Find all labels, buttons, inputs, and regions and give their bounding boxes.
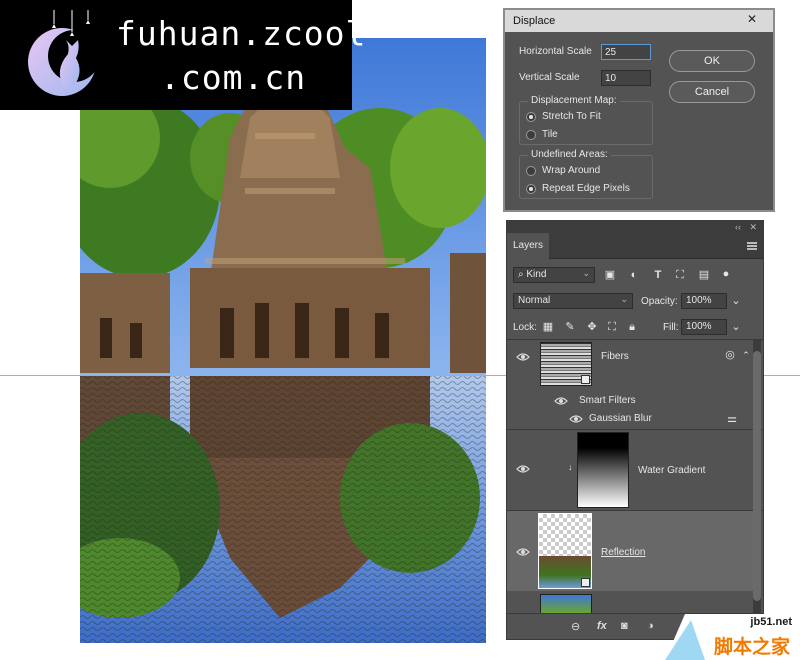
wrap-around-label: Wrap Around: [542, 165, 601, 176]
eye-icon[interactable]: [554, 396, 568, 406]
tab-layers[interactable]: Layers: [507, 233, 549, 259]
opacity-chevron-icon[interactable]: ⌄: [729, 294, 743, 308]
vertical-scale-label: Vertical Scale: [519, 72, 580, 83]
lock-image-icon[interactable]: ✎: [563, 320, 577, 334]
eye-icon[interactable]: [516, 352, 530, 362]
panel-header-strip: ‹‹ ✕: [507, 221, 763, 233]
fill-input[interactable]: 100%: [681, 319, 727, 335]
layer-row-fibers[interactable]: Fibers ◎ ⌃: [507, 340, 753, 392]
filter-kind-value: Kind: [526, 269, 547, 280]
dialog-title: Displace: [513, 15, 556, 27]
panel-menu-icon[interactable]: [747, 242, 757, 250]
stretch-to-fit-label: Stretch To Fit: [542, 111, 601, 122]
opacity-input[interactable]: 100%: [681, 293, 727, 309]
tile-label: Tile: [542, 129, 558, 140]
layer-name-water-gradient: Water Gradient: [638, 465, 706, 476]
water-gradient-thumbnail: [577, 432, 629, 508]
filter-kind-dropdown[interactable]: ⌕ Kind ⌄: [513, 267, 595, 283]
type-filter-icon[interactable]: T: [651, 268, 665, 282]
lock-transparent-icon[interactable]: ▦: [541, 320, 555, 334]
watermark: jb51.net 脚本之家: [665, 614, 800, 660]
close-icon[interactable]: ✕: [743, 12, 761, 26]
ok-button[interactable]: OK: [669, 50, 755, 72]
logo-line2: .com.cn: [160, 58, 307, 97]
fibers-thumbnail: [540, 342, 592, 386]
horizontal-scale-input[interactable]: [601, 44, 651, 60]
chevron-down-icon: ⌄: [582, 268, 590, 278]
lock-label: Lock:: [513, 322, 537, 333]
moon-cat-logo-icon: [28, 10, 100, 96]
site-logo: fuhuan.zcool .com.cn: [0, 0, 365, 110]
fill-chevron-icon[interactable]: ⌄: [729, 320, 743, 334]
adjustment-icon[interactable]: ◑: [647, 620, 654, 632]
horizontal-scale-label: Horizontal Scale: [519, 46, 592, 57]
layer-row-reflection[interactable]: Reflection: [507, 511, 753, 591]
layers-scrollbar-thumb[interactable]: [753, 351, 761, 601]
smart-filter-indicator-icon[interactable]: ◎: [723, 348, 737, 362]
shape-filter-icon[interactable]: ⛶: [673, 268, 687, 282]
artboard-lock-icon[interactable]: ⛶: [605, 320, 619, 334]
opacity-value: 100%: [686, 295, 712, 306]
eye-icon[interactable]: [569, 414, 583, 424]
collapse-effects-icon[interactable]: ⌃: [739, 348, 753, 362]
temple-photo: [80, 38, 486, 643]
gaussian-blur-label: Gaussian Blur: [589, 413, 652, 424]
displacement-map-group: Displacement Map: Stretch To Fit Tile: [519, 95, 653, 145]
undefined-areas-group: Undefined Areas: Wrap Around Repeat Edge…: [519, 149, 653, 199]
repeat-edge-pixels-radio[interactable]: [526, 184, 536, 194]
fill-value: 100%: [686, 321, 712, 332]
cancel-button[interactable]: Cancel: [669, 81, 755, 103]
eye-icon[interactable]: [516, 464, 530, 474]
wrap-around-radio[interactable]: [526, 166, 536, 176]
dialog-titlebar[interactable]: Displace ✕: [505, 10, 773, 32]
vertical-scale-input[interactable]: [601, 70, 651, 86]
watermark-name: 脚本之家: [713, 636, 790, 658]
link-icon[interactable]: ⊖: [571, 620, 580, 633]
logo-line1: fuhuan.zcool: [116, 14, 367, 53]
gaussian-blur-row[interactable]: Gaussian Blur ⚌: [507, 410, 753, 428]
fx-icon[interactable]: fx: [597, 620, 607, 632]
pixel-filter-icon[interactable]: ▣: [603, 268, 617, 282]
smart-object-badge-icon: [581, 578, 590, 587]
filter-toggle-icon[interactable]: ●: [719, 267, 733, 281]
watermark-site: jb51.net: [750, 616, 792, 628]
smart-object-filter-icon[interactable]: ▤: [697, 268, 711, 282]
reflection-thumbnail: [538, 513, 592, 589]
layer-row-water-gradient[interactable]: ↓ Water Gradient: [507, 430, 753, 510]
layer-name-fibers: Fibers: [601, 351, 629, 362]
smart-filters-row[interactable]: Smart Filters: [507, 392, 753, 410]
displace-dialog: Displace ✕ Horizontal Scale Vertical Sca…: [503, 8, 775, 212]
lock-all-icon[interactable]: 🔒︎: [625, 320, 639, 334]
layer-name-reflection: Reflection: [601, 547, 646, 558]
adjustment-filter-icon[interactable]: ◐: [627, 268, 641, 282]
panel-tabbar: Layers: [507, 233, 763, 259]
layer-row-partial[interactable]: [507, 592, 753, 614]
stretch-to-fit-radio[interactable]: [526, 112, 536, 122]
tile-radio[interactable]: [526, 130, 536, 140]
smart-object-badge-icon: [581, 375, 590, 384]
repeat-edge-pixels-label: Repeat Edge Pixels: [542, 183, 630, 194]
collapse-icon[interactable]: ‹‹: [735, 221, 741, 233]
document-canvas[interactable]: [80, 38, 486, 643]
layer-thumbnail: [540, 594, 592, 614]
panel-close-icon[interactable]: ✕: [749, 221, 757, 233]
chevron-down-icon: ⌄: [620, 294, 628, 304]
fill-label: Fill:: [663, 322, 679, 333]
layers-panel: ‹‹ ✕ Layers ⌕ Kind ⌄ ▣ ◐ T ⛶ ▤ ● Normal …: [506, 220, 764, 640]
eye-icon[interactable]: [516, 547, 530, 557]
filter-options-icon[interactable]: ⚌: [725, 412, 739, 426]
lock-position-icon[interactable]: ✥: [585, 320, 599, 334]
blend-mode-value: Normal: [518, 295, 551, 306]
blend-mode-dropdown[interactable]: Normal ⌄: [513, 293, 633, 309]
clipping-arrow-icon: ↓: [568, 462, 573, 472]
mask-icon[interactable]: ◙: [621, 620, 628, 632]
undefined-areas-title: Undefined Areas:: [528, 149, 611, 160]
opacity-label: Opacity:: [641, 296, 678, 307]
displacement-map-title: Displacement Map:: [528, 95, 620, 106]
smart-filters-label: Smart Filters: [579, 395, 636, 406]
